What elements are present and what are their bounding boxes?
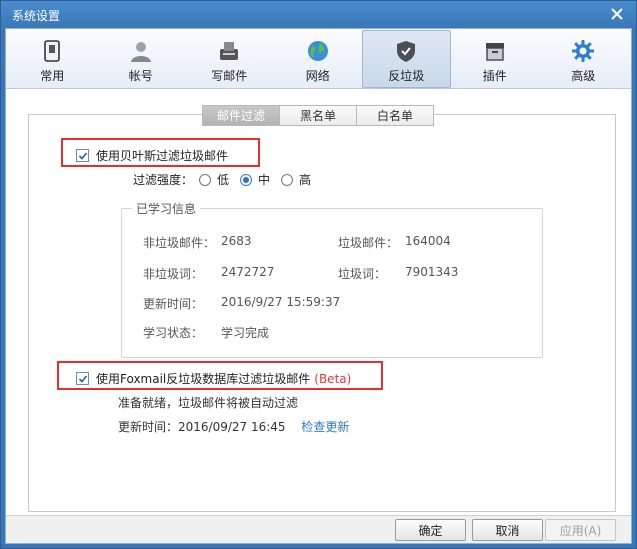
spam-mail-label: 垃圾邮件： <box>338 236 399 250</box>
beta-badge: (Beta) <box>314 371 352 386</box>
nonspam-mail-label: 非垃圾邮件： <box>143 236 216 250</box>
foxmail-db-option[interactable]: 使用Foxmail反垃圾数据库过滤垃圾邮件 (Beta) <box>76 370 351 387</box>
toolbar-item-account[interactable]: 帐号 <box>97 30 186 88</box>
nonspam-word-row: 非垃圾词： 2472727 <box>143 265 274 282</box>
strength-low-radio[interactable] <box>199 173 212 186</box>
bayes-filter-label: 使用贝叶斯过滤垃圾邮件 <box>96 149 229 163</box>
dialog-footer: 确定 取消 应用(A) <box>6 515 631 543</box>
dialog-client: 常用 帐号 写邮件 网络 反垃圾 插件 高级 邮件过滤 黑名单 白名单 使用贝叶… <box>5 28 632 544</box>
gear-icon <box>570 38 596 64</box>
update-time-value: 2016/9/27 15:59:37 <box>221 295 341 309</box>
bayes-filter-option[interactable]: 使用贝叶斯过滤垃圾邮件 <box>76 147 228 164</box>
learn-status-row: 学习状态： 学习完成 <box>143 324 269 341</box>
settings-window: 系统设置 常用 帐号 写邮件 网络 反垃圾 插件 高级 邮件过滤 黑名单 白名单… <box>0 0 637 549</box>
ready-status-text: 准备就绪，垃圾邮件将被自动过滤 <box>118 396 299 410</box>
nonspam-mail-row: 非垃圾邮件： 2683 <box>143 234 252 251</box>
db-update-time: 更新时间：2016/09/27 16:45 <box>118 420 286 434</box>
strength-medium-label: 中 <box>258 173 271 187</box>
plugin-box-icon <box>482 38 508 64</box>
update-time-label: 更新时间： <box>143 297 204 311</box>
toolbar-item-plugins[interactable]: 插件 <box>451 30 540 88</box>
spam-word-row: 垃圾词： 7901343 <box>338 265 458 282</box>
toolbar-label: 写邮件 <box>211 69 248 83</box>
toolbar-item-advanced[interactable]: 高级 <box>539 30 628 88</box>
shield-icon <box>393 38 419 64</box>
toolbar-item-antispam[interactable]: 反垃圾 <box>362 30 451 88</box>
filter-strength-row: 过滤强度： 低 中 高 <box>133 171 322 188</box>
toolbar-label: 网络 <box>305 69 330 83</box>
foxmail-db-checkbox[interactable] <box>76 372 89 385</box>
strength-low-label: 低 <box>217 173 230 187</box>
nonspam-word-label: 非垃圾词： <box>143 267 204 281</box>
tab-whitelist[interactable]: 白名单 <box>356 105 434 126</box>
checkmark-icon <box>78 374 87 383</box>
spam-word-label: 垃圾词： <box>338 267 387 281</box>
db-update-row: 更新时间：2016/09/27 16:45 检查更新 <box>118 418 349 435</box>
toolbar-label: 常用 <box>40 69 65 83</box>
toolbar-label: 帐号 <box>128 69 153 83</box>
strength-high-radio[interactable] <box>281 173 294 186</box>
close-button[interactable] <box>606 4 628 24</box>
device-icon <box>39 38 65 64</box>
update-time-row: 更新时间： 2016/9/27 15:59:37 <box>143 295 340 312</box>
spam-word-value: 7901343 <box>405 265 459 279</box>
compose-icon <box>216 38 242 64</box>
filter-strength-label: 过滤强度： <box>133 173 194 187</box>
cancel-button[interactable]: 取消 <box>472 519 543 541</box>
tab-mail-filter[interactable]: 邮件过滤 <box>202 105 280 126</box>
toolbar-item-compose[interactable]: 写邮件 <box>185 30 274 88</box>
bayes-filter-checkbox[interactable] <box>76 149 89 162</box>
toolbar-label: 反垃圾 <box>388 69 425 83</box>
learn-status-value: 学习完成 <box>221 326 270 340</box>
strength-medium-radio[interactable] <box>240 173 253 186</box>
ok-button[interactable]: 确定 <box>395 519 466 541</box>
foxmail-db-label: 使用Foxmail反垃圾数据库过滤垃圾邮件 <box>96 372 311 386</box>
check-update-link[interactable]: 检查更新 <box>301 420 349 434</box>
apply-button[interactable]: 应用(A) <box>545 519 616 541</box>
strength-high-option[interactable]: 高 <box>281 171 311 188</box>
toolbar-label: 高级 <box>571 69 596 83</box>
nonspam-word-value: 2472727 <box>221 265 275 279</box>
title-bar: 系统设置 <box>1 1 636 28</box>
checkmark-icon <box>78 151 87 160</box>
user-icon <box>128 38 154 64</box>
spam-mail-row: 垃圾邮件： 164004 <box>338 234 451 251</box>
tab-blacklist[interactable]: 黑名单 <box>279 105 357 126</box>
close-icon <box>611 8 623 20</box>
learned-info-legend: 已学习信息 <box>136 202 197 216</box>
globe-icon <box>305 38 331 64</box>
strength-low-option[interactable]: 低 <box>199 171 229 188</box>
learn-status-label: 学习状态： <box>143 326 204 340</box>
category-toolbar: 常用 帐号 写邮件 网络 反垃圾 插件 高级 <box>6 29 631 89</box>
toolbar-item-general[interactable]: 常用 <box>8 30 97 88</box>
window-title: 系统设置 <box>12 9 61 23</box>
toolbar-item-network[interactable]: 网络 <box>274 30 363 88</box>
spam-mail-value: 164004 <box>405 234 451 248</box>
toolbar-label: 插件 <box>482 69 507 83</box>
nonspam-mail-value: 2683 <box>221 234 252 248</box>
strength-high-label: 高 <box>299 173 312 187</box>
strength-medium-option[interactable]: 中 <box>240 171 270 188</box>
filter-tabs: 邮件过滤 黑名单 白名单 <box>202 105 434 126</box>
